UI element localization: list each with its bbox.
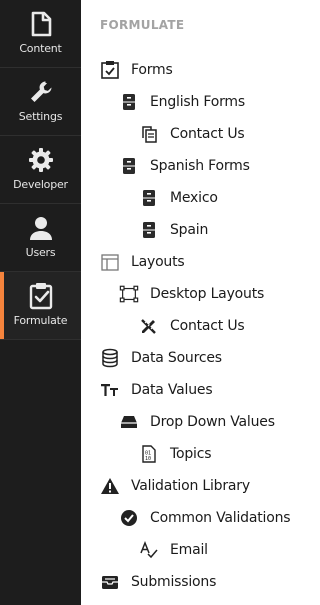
sections-bar: Content Settings Developer Users Formula… bbox=[0, 0, 81, 605]
cabinet-icon bbox=[139, 220, 159, 240]
section-settings[interactable]: Settings bbox=[0, 68, 81, 136]
svg-text:10: 10 bbox=[145, 456, 151, 462]
tree-item-label: English Forms bbox=[150, 94, 245, 110]
tree-item-topics[interactable]: 01 10 Topics bbox=[139, 442, 212, 466]
tree-item-label: Layouts bbox=[131, 254, 185, 270]
tree-item-label: Common Validations bbox=[150, 510, 291, 526]
tree-item-english-forms[interactable]: English Forms bbox=[119, 90, 245, 114]
tree-item-label: Data Sources bbox=[131, 350, 222, 366]
tree-item-data-values[interactable]: Data Values bbox=[100, 378, 213, 402]
tree-item-email[interactable]: Email bbox=[139, 538, 208, 562]
tree-item-desktop-layouts[interactable]: Desktop Layouts bbox=[119, 282, 264, 306]
clipboard-check-icon bbox=[27, 282, 55, 310]
section-label: Settings bbox=[18, 110, 63, 123]
section-label: Formulate bbox=[13, 314, 68, 327]
tree-item-data-sources[interactable]: Data Sources bbox=[100, 346, 222, 370]
database-icon bbox=[100, 348, 120, 368]
vector-select-icon bbox=[119, 284, 139, 304]
tree-panel: FORMULATE Forms English Forms Contact Us… bbox=[81, 0, 299, 605]
cabinet-icon bbox=[139, 188, 159, 208]
tree-item-label: Mexico bbox=[170, 190, 218, 206]
tree-item-label: Validation Library bbox=[131, 478, 250, 494]
tree-title: FORMULATE bbox=[100, 18, 185, 32]
tree-item-contact-us-form[interactable]: Contact Us bbox=[139, 122, 245, 146]
tree-item-label: Drop Down Values bbox=[150, 414, 275, 430]
tree-item-label: Topics bbox=[170, 446, 212, 462]
section-formulate[interactable]: Formulate bbox=[0, 272, 81, 340]
drive-icon bbox=[119, 412, 139, 432]
inbox-icon bbox=[100, 572, 120, 592]
section-content[interactable]: Content bbox=[0, 0, 81, 68]
tree-item-contact-us-layout[interactable]: Contact Us bbox=[139, 314, 245, 338]
tree-item-layouts[interactable]: Layouts bbox=[100, 250, 185, 274]
tree-item-label: Data Values bbox=[131, 382, 213, 398]
section-developer[interactable]: Developer bbox=[0, 136, 81, 204]
cabinet-icon bbox=[119, 156, 139, 176]
tree-item-label: Email bbox=[170, 542, 208, 558]
text-size-icon bbox=[100, 380, 120, 400]
tree-item-submissions[interactable]: Submissions bbox=[100, 570, 216, 594]
tree-item-spain[interactable]: Spain bbox=[139, 218, 208, 242]
tree-item-label: Desktop Layouts bbox=[150, 286, 265, 302]
form-copy-icon bbox=[139, 124, 159, 144]
document-icon bbox=[27, 10, 55, 38]
section-label: Developer bbox=[13, 178, 68, 191]
tree-item-common-validations[interactable]: Common Validations bbox=[119, 506, 291, 530]
tree-item-label: Contact Us bbox=[170, 318, 245, 334]
binary-file-icon: 01 10 bbox=[139, 444, 159, 464]
check-circle-icon bbox=[119, 508, 139, 528]
tree-item-mexico[interactable]: Mexico bbox=[139, 186, 218, 210]
user-icon bbox=[27, 214, 55, 242]
section-label: Content bbox=[19, 42, 62, 55]
tree-item-spanish-forms[interactable]: Spanish Forms bbox=[119, 154, 250, 178]
checkbox-icon bbox=[100, 60, 120, 80]
tree-item-validation-library[interactable]: Validation Library bbox=[100, 474, 250, 498]
tree-item-label: Contact Us bbox=[170, 126, 245, 142]
tree-item-label: Spain bbox=[170, 222, 209, 238]
tree-item-label: Forms bbox=[131, 62, 173, 78]
spellcheck-icon bbox=[139, 540, 159, 560]
section-users[interactable]: Users bbox=[0, 204, 81, 272]
tree-item-forms[interactable]: Forms bbox=[100, 58, 173, 82]
cabinet-icon bbox=[119, 92, 139, 112]
tree-item-label: Spanish Forms bbox=[150, 158, 250, 174]
warning-icon bbox=[100, 476, 120, 496]
pencil-ruler-icon bbox=[139, 316, 159, 336]
gear-icon bbox=[27, 146, 55, 174]
section-label: Users bbox=[25, 246, 56, 259]
tree-item-drop-down-values[interactable]: Drop Down Values bbox=[119, 410, 275, 434]
tree-item-label: Submissions bbox=[131, 574, 217, 590]
layout-icon bbox=[100, 252, 120, 272]
wrench-icon bbox=[27, 78, 55, 106]
